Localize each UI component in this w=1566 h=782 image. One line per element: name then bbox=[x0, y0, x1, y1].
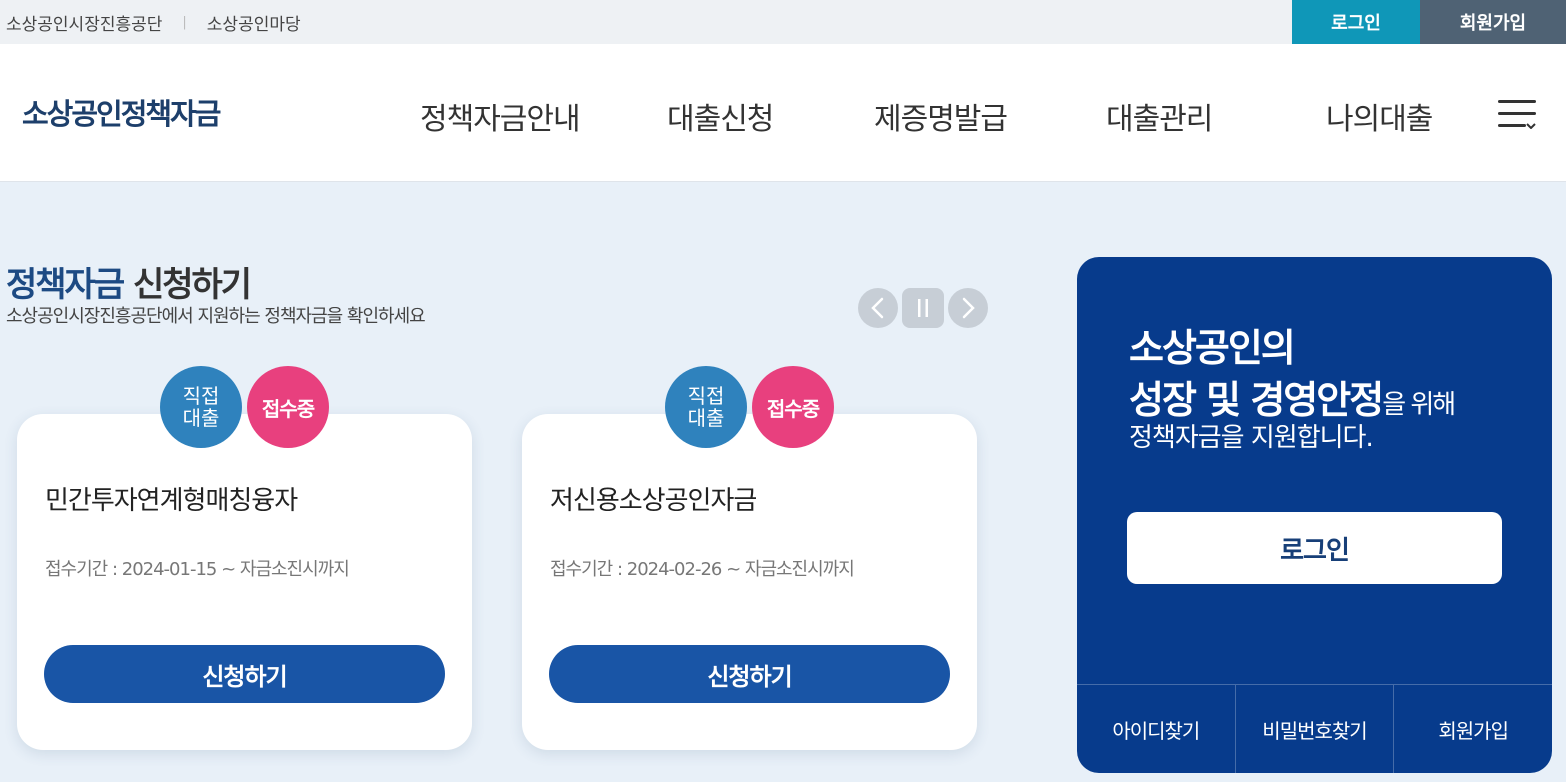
login-panel-headline-2: 성장 및 경영안정을 위해 bbox=[1129, 369, 1456, 424]
chevron-left-icon[interactable] bbox=[858, 288, 898, 328]
badge-direct-loan-line1: 직접 bbox=[687, 384, 725, 408]
link-sbiz-agency[interactable]: 소상공인시장진흥공단 bbox=[6, 10, 162, 35]
top-join-button[interactable]: 회원가입 bbox=[1420, 0, 1566, 44]
loan-card-title[interactable]: 민간투자연계형매칭융자 bbox=[45, 480, 298, 517]
nav-certificate[interactable]: 제증명발급 bbox=[874, 94, 1008, 138]
apply-button[interactable]: 신청하기 bbox=[44, 645, 445, 703]
link-sbiz-madang[interactable]: 소상공인마당 bbox=[207, 10, 301, 35]
loan-card-period: 접수기간 : 2024-01-15 ~ 자금소진시까지 bbox=[45, 559, 350, 580]
login-panel: 소상공인의 성장 및 경영안정을 위해 정책자금을 지원합니다. 로그인 아이디… bbox=[1077, 257, 1552, 773]
login-button[interactable]: 로그인 bbox=[1127, 512, 1502, 584]
loan-card-title[interactable]: 저신용소상공인자금 bbox=[550, 480, 757, 517]
badge-accepting: 접수중 bbox=[247, 366, 329, 448]
hamburger-menu-icon[interactable] bbox=[1498, 100, 1536, 130]
badge-direct-loan: 직접 대출 bbox=[160, 366, 242, 448]
loan-card: 저신용소상공인자금 접수기간 : 2024-02-26 ~ 자금소진시까지 신청… bbox=[522, 414, 977, 750]
badge-direct-loan: 직접 대출 bbox=[665, 366, 747, 448]
section-title-highlight: 정책자금 bbox=[6, 265, 125, 305]
signup-link[interactable]: 회원가입 bbox=[1394, 685, 1552, 773]
login-panel-links: 아이디찾기 비밀번호찾기 회원가입 bbox=[1077, 684, 1552, 773]
badge-direct-loan-line2: 대출 bbox=[687, 406, 725, 430]
apply-button[interactable]: 신청하기 bbox=[549, 645, 950, 703]
pause-icon[interactable] bbox=[902, 288, 944, 328]
utility-links: 소상공인시장진흥공단 | 소상공인마당 bbox=[6, 0, 301, 44]
find-password-link[interactable]: 비밀번호찾기 bbox=[1236, 685, 1395, 773]
nav-loan-manage[interactable]: 대출관리 bbox=[1106, 94, 1213, 138]
login-panel-description: 정책자금을 지원합니다. bbox=[1129, 423, 1374, 453]
badge-direct-loan-line2: 대출 bbox=[182, 406, 220, 430]
loan-card: 민간투자연계형매칭융자 접수기간 : 2024-01-15 ~ 자금소진시까지 … bbox=[17, 414, 472, 750]
find-id-link[interactable]: 아이디찾기 bbox=[1077, 685, 1236, 773]
badge-direct-loan-line1: 직접 bbox=[182, 384, 220, 408]
section-title-rest: 신청하기 bbox=[123, 265, 252, 305]
badge-accepting: 접수중 bbox=[752, 366, 834, 448]
login-panel-strong: 성장 및 경영안정 bbox=[1129, 378, 1384, 422]
chevron-right-icon[interactable] bbox=[948, 288, 988, 328]
section-title: 정책자금 신청하기 bbox=[6, 257, 252, 306]
utility-separator: | bbox=[182, 14, 187, 30]
site-header: 소상공인정책자금 정책자금안내 대출신청 제증명발급 대출관리 나의대출 bbox=[0, 44, 1566, 182]
login-panel-weak: 을 위해 bbox=[1382, 390, 1456, 420]
section-subtitle: 소상공인시장진흥공단에서 지원하는 정책자금을 확인하세요 bbox=[6, 306, 426, 327]
nav-policy-guide[interactable]: 정책자금안내 bbox=[420, 94, 581, 138]
login-panel-headline: 소상공인의 bbox=[1129, 326, 1296, 370]
nav-my-loan[interactable]: 나의대출 bbox=[1326, 94, 1433, 138]
site-logo[interactable]: 소상공인정책자금 bbox=[22, 91, 221, 133]
utility-bar: 소상공인시장진흥공단 | 소상공인마당 로그인 회원가입 bbox=[0, 0, 1566, 44]
loan-card-period: 접수기간 : 2024-02-26 ~ 자금소진시까지 bbox=[550, 559, 855, 580]
nav-loan-apply[interactable]: 대출신청 bbox=[667, 94, 774, 138]
top-login-button[interactable]: 로그인 bbox=[1292, 0, 1420, 44]
